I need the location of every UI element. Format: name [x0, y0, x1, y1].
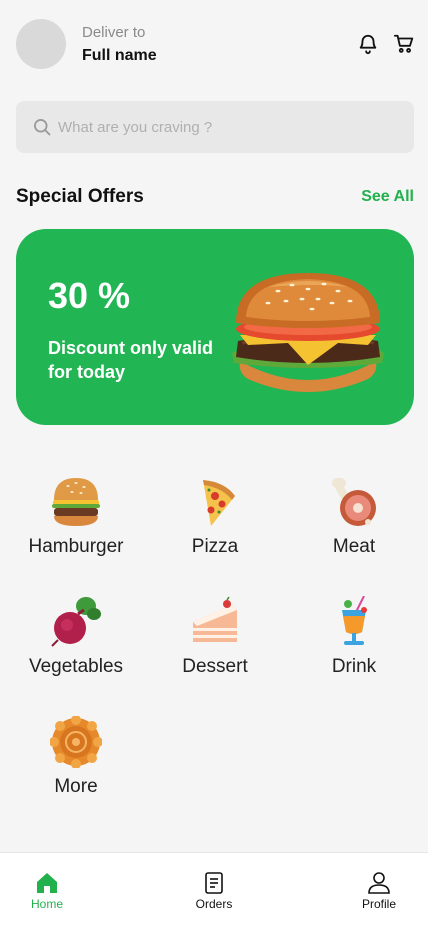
hamburger-image [232, 273, 384, 392]
discount-text: Discount only valid for today [48, 338, 214, 382]
search-bar[interactable] [16, 101, 414, 153]
nav-home-label: Home [30, 897, 63, 911]
special-offer-banner[interactable]: 30 % Discount only valid for today [16, 229, 414, 425]
nav-profile[interactable]: Profile [348, 853, 410, 926]
special-offers-title: Special Offers [16, 186, 144, 207]
category-label: Meat [332, 536, 376, 557]
more-icon [50, 716, 102, 768]
pizza-icon [203, 480, 235, 526]
meat-icon [332, 478, 376, 526]
category-vegetables[interactable]: Vegetables [16, 596, 136, 696]
category-dessert[interactable]: Dessert [155, 596, 275, 696]
category-hamburger[interactable]: Hamburger [16, 476, 136, 576]
nav-orders[interactable]: Orders [183, 853, 245, 926]
orders-icon [205, 872, 223, 894]
bell-icon[interactable] [357, 33, 379, 55]
hamburger-icon [52, 478, 100, 526]
avatar[interactable] [16, 19, 66, 69]
vegetables-icon [51, 597, 101, 647]
search-input[interactable] [58, 101, 398, 153]
category-label: Drink [331, 656, 377, 677]
search-icon [34, 119, 51, 136]
dessert-icon [193, 596, 237, 642]
nav-orders-label: Orders [195, 897, 233, 911]
category-meat[interactable]: Meat [294, 476, 414, 576]
discount-percent: 30 % [48, 275, 131, 316]
nav-home[interactable]: Home [16, 853, 78, 926]
profile-icon [368, 872, 390, 894]
category-label: Pizza [191, 536, 239, 557]
category-pizza[interactable]: Pizza [155, 476, 275, 576]
category-drink[interactable]: Drink [294, 596, 414, 696]
drink-icon [342, 596, 367, 645]
header: Deliver to Full name [16, 19, 414, 69]
category-label: Dessert [182, 656, 248, 677]
delivery-full-name[interactable]: Full name [82, 47, 157, 65]
category-more[interactable]: More [16, 716, 136, 816]
see-all-link[interactable]: See All [361, 188, 414, 206]
category-label: More [54, 776, 98, 797]
bottom-nav: Home Orders Profile [0, 852, 428, 926]
deliver-to-label: Deliver to [82, 24, 146, 41]
category-label: Hamburger [28, 536, 124, 557]
nav-profile-label: Profile [361, 897, 396, 911]
cart-icon[interactable] [393, 33, 415, 55]
home-icon [37, 873, 57, 893]
category-label: Vegetables [28, 656, 124, 677]
